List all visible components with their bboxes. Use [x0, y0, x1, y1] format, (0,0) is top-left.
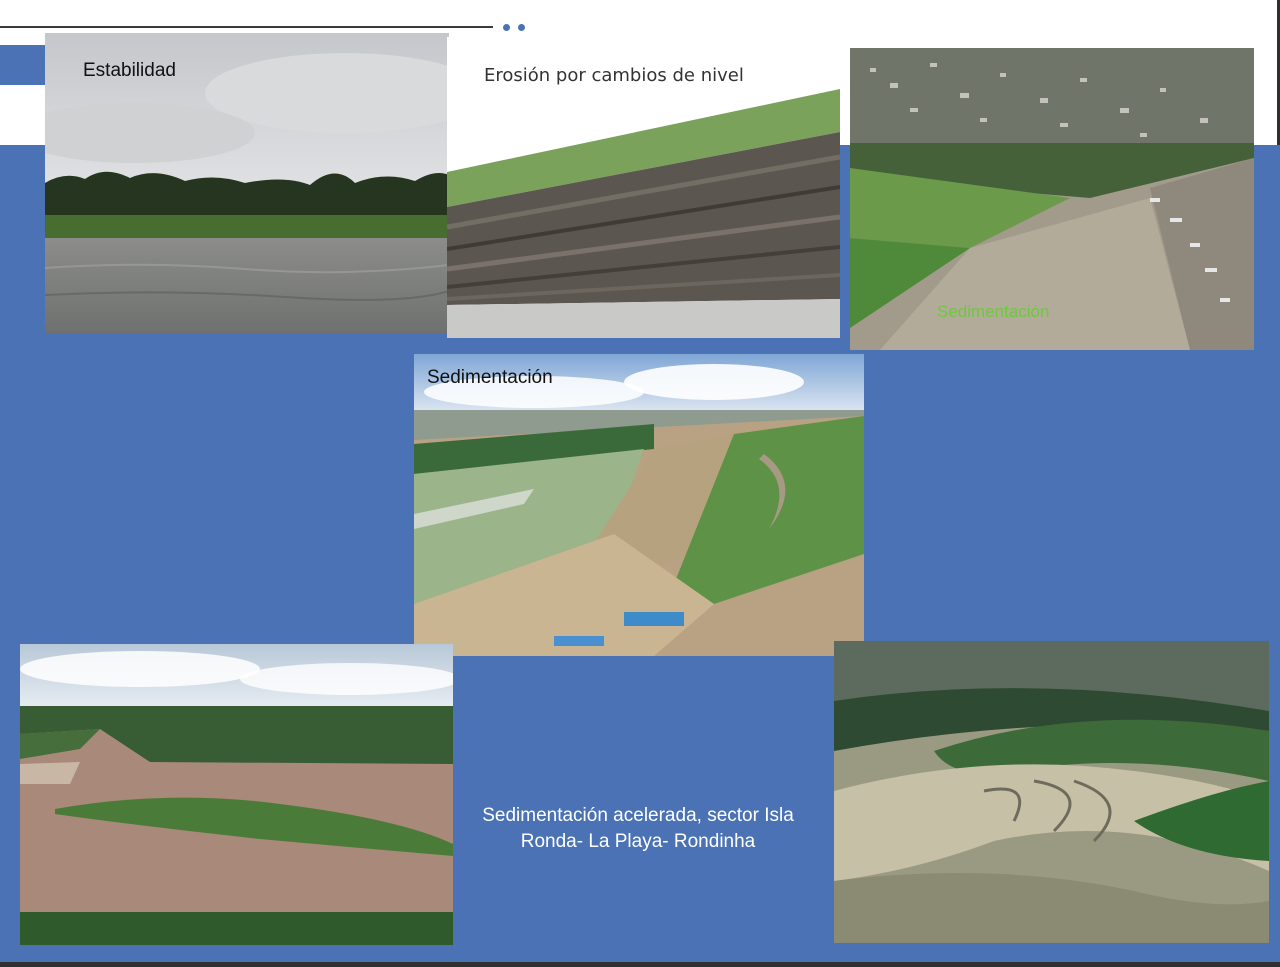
photo-sedimentacion-town [850, 48, 1254, 350]
photo-sandbanks [834, 641, 1269, 943]
caption-sedimentacion-overlay: Sedimentación [937, 302, 1050, 321]
caption-estabilidad: Estabilidad [83, 60, 176, 81]
caption-sedimentacion-acelerada: Sedimentación acelerada, sector Isla Ron… [482, 805, 794, 852]
header-dot [503, 24, 510, 31]
footer-rule [0, 962, 1280, 967]
header-rule [0, 26, 493, 28]
header-dot [518, 24, 525, 31]
caption-sedimentacion: Sedimentación [427, 367, 553, 388]
caption-erosion: Erosión por cambios de nivel [484, 65, 744, 86]
photo-isla-ronda [20, 644, 453, 945]
photo-sedimentacion-river [414, 354, 864, 656]
